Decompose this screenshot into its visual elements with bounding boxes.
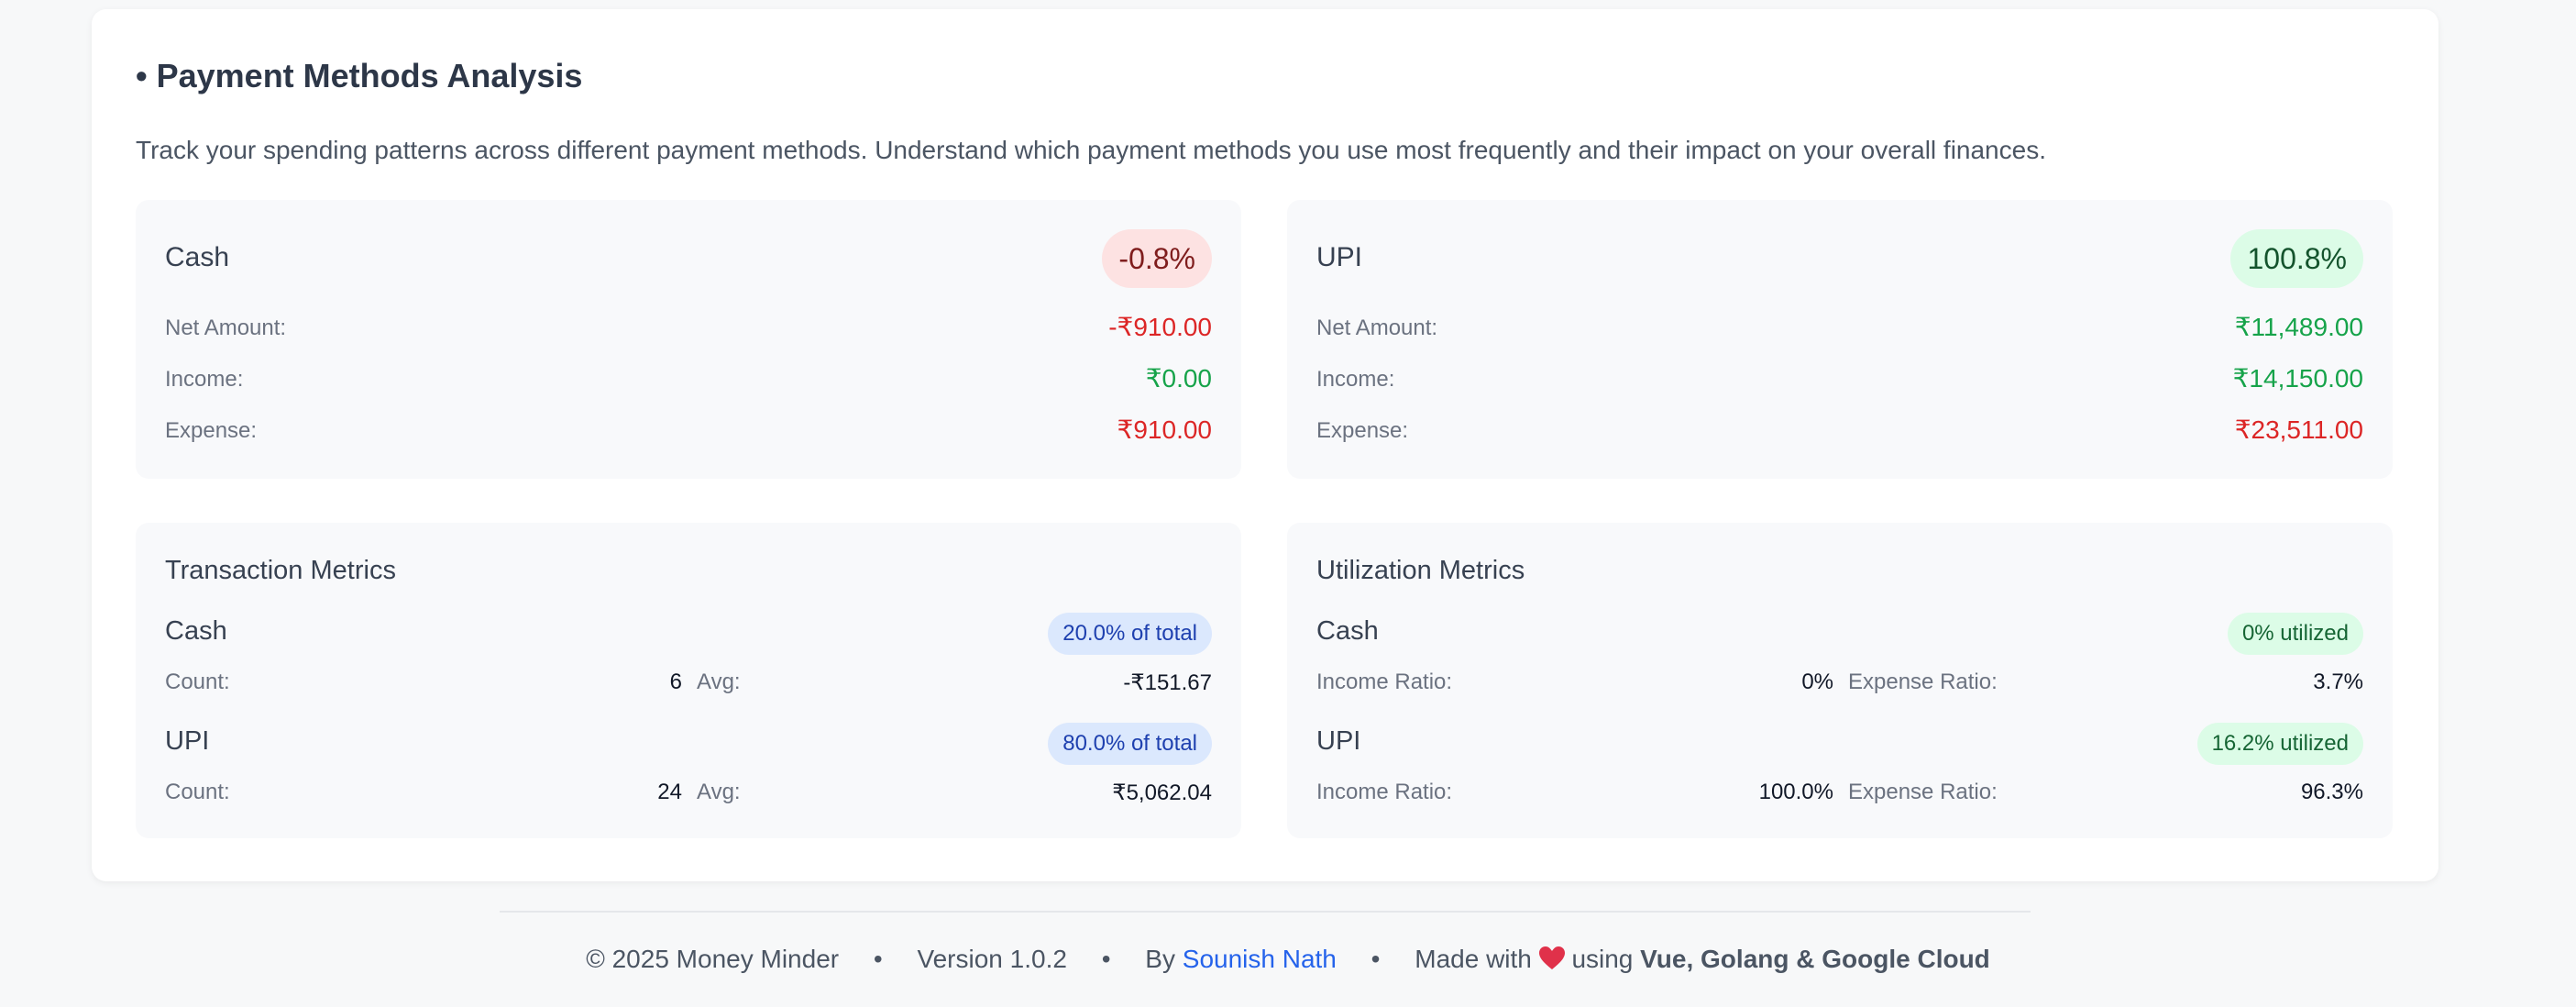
version: Version 1.0.2 — [917, 945, 1067, 973]
using-text: using — [1571, 945, 1634, 973]
section-description: Track your spending patterns across diff… — [136, 136, 2046, 164]
util-method-name: UPI — [1316, 726, 1361, 756]
made-with-text: Made with — [1415, 945, 1532, 973]
footer-divider — [500, 911, 2031, 913]
income-label: Income: — [1316, 367, 1395, 392]
txn-method-name: Cash — [165, 616, 227, 646]
count-value: 24 — [657, 780, 682, 804]
net-amount-value: ₹11,489.00 — [2234, 313, 2363, 341]
expense-ratio-label: Expense Ratio: — [1848, 780, 1998, 804]
income-ratio-label: Income Ratio: — [1316, 780, 1453, 804]
income-label: Income: — [165, 367, 244, 392]
avg-label: Avg: — [697, 669, 741, 694]
expense-ratio-value: 3.7% — [2313, 669, 2363, 694]
income-ratio-value: 100.0% — [1758, 780, 1833, 804]
avg-value: ₹5,062.04 — [1112, 780, 1212, 805]
net-amount-label: Net Amount: — [1316, 315, 1438, 340]
method-name: Cash — [165, 242, 230, 272]
net-amount-value: -₹910.00 — [1108, 313, 1212, 341]
copyright: © 2025 Money Minder — [586, 945, 840, 973]
transaction-metrics-panel: Transaction Metrics Cash 20.0% of total … — [136, 523, 1241, 838]
share-badge: 80.0% of total — [1048, 723, 1212, 765]
txn-method-name: UPI — [165, 726, 210, 756]
footer-separator: • — [1101, 945, 1111, 973]
method-name: UPI — [1316, 242, 1363, 272]
income-ratio-label: Income Ratio: — [1316, 669, 1453, 694]
utilization-metrics-title: Utilization Metrics — [1316, 556, 1525, 585]
upi-method-panel: UPI 100.8% Net Amount: ₹11,489.00 Income… — [1287, 200, 2393, 479]
util-method-name: Cash — [1316, 616, 1379, 646]
expense-ratio-label: Expense Ratio: — [1848, 669, 1998, 694]
utilization-metrics-panel: Utilization Metrics Cash 0% utilized Inc… — [1287, 523, 2393, 838]
tech-stack: Vue, Golang & Google Cloud — [1640, 945, 1990, 973]
heart-icon — [1538, 946, 1565, 977]
share-badge: 20.0% of total — [1048, 613, 1212, 655]
section-title: • Payment Methods Analysis — [136, 57, 583, 94]
author-link[interactable]: Sounish Nath — [1183, 945, 1337, 973]
count-value: 6 — [669, 669, 682, 694]
avg-value: -₹151.67 — [1123, 670, 1212, 695]
expense-label: Expense: — [165, 418, 258, 443]
income-value: ₹14,150.00 — [2232, 364, 2363, 393]
expense-value: ₹910.00 — [1117, 415, 1212, 444]
expense-value: ₹23,511.00 — [2234, 415, 2363, 444]
utilized-badge: 0% utilized — [2227, 613, 2363, 655]
cash-method-panel: Cash -0.8% Net Amount: -₹910.00 Income: … — [136, 200, 1241, 479]
net-amount-label: Net Amount: — [165, 315, 287, 340]
utilized-badge: 16.2% utilized — [2196, 723, 2363, 765]
income-value: ₹0.00 — [1145, 364, 1212, 393]
footer-separator: • — [1371, 945, 1381, 973]
footer-separator: • — [873, 945, 883, 973]
by-prefix: By — [1145, 945, 1175, 973]
change-badge: -0.8% — [1102, 229, 1212, 288]
avg-label: Avg: — [697, 780, 741, 804]
count-label: Count: — [165, 669, 230, 694]
expense-label: Expense: — [1316, 418, 1409, 443]
footer: © 2025 Money Minder • Version 1.0.2 • By… — [0, 945, 2576, 977]
expense-ratio-value: 96.3% — [2300, 780, 2363, 804]
transaction-metrics-title: Transaction Metrics — [165, 556, 396, 585]
change-badge: 100.8% — [2230, 229, 2363, 288]
income-ratio-value: 0% — [1801, 669, 1833, 694]
count-label: Count: — [165, 780, 230, 804]
